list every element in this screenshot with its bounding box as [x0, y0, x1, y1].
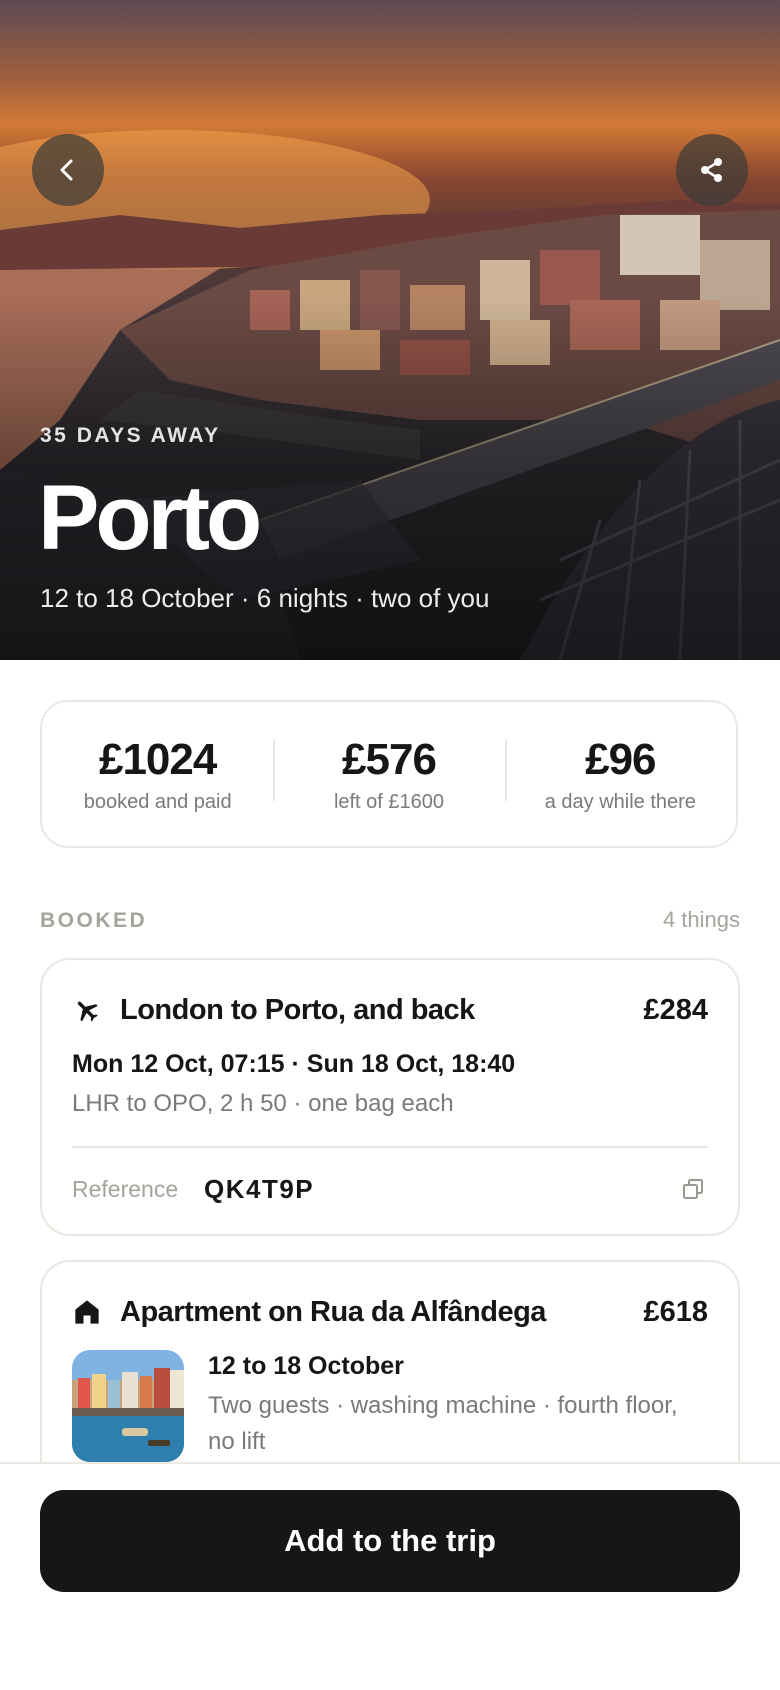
card-price: £284	[643, 993, 708, 1026]
card-header: Apartment on Rua da Alfândega £618	[72, 1292, 708, 1332]
stat-label: booked and paid	[83, 790, 232, 813]
stat-remaining: £576 left of £1600	[273, 735, 504, 814]
card-price: £618	[643, 1295, 708, 1328]
add-to-trip-button[interactable]: Add to the trip	[40, 1490, 740, 1592]
flight-times: Mon 12 Oct, 07:15 · Sun 18 Oct, 18:40	[72, 1050, 516, 1078]
reference-label: Reference	[72, 1176, 179, 1202]
apartment-thumbnail	[72, 1350, 184, 1462]
destination-title: Porto	[38, 467, 262, 569]
card-header: London to Porto, and back £284	[72, 990, 708, 1030]
stat-booked: £1024 booked and paid	[42, 735, 273, 814]
trip-summary: 12 to 18 October · 6 nights · two of you	[40, 583, 490, 613]
stat-value: £1024	[98, 734, 217, 784]
share-icon	[701, 158, 722, 182]
card-title: Apartment on Rua da Alfândega	[120, 1295, 546, 1328]
reference-code: QK4T9P	[204, 1174, 315, 1204]
section-title: BOOKED	[40, 909, 148, 932]
share-button[interactable]	[676, 134, 748, 206]
flight-booking-card[interactable]: London to Porto, and back £284 Mon 12 Oc…	[40, 958, 740, 1236]
stat-daily: £96 a day while there	[504, 734, 736, 814]
stat-value: £576	[342, 734, 437, 784]
countdown-label: 35 DAYS AWAY	[40, 424, 221, 447]
budget-summary: £1024 booked and paid £576 left of £1600…	[40, 700, 738, 848]
chevron-left-icon	[60, 159, 73, 181]
card-title: London to Porto, and back	[120, 993, 475, 1026]
hero-image: 35 DAYS AWAY Porto 12 to 18 October · 6 …	[0, 0, 780, 660]
copy-icon	[683, 1179, 703, 1199]
section-count: 4 things	[662, 907, 740, 932]
home-icon	[72, 1297, 102, 1327]
stat-value: £96	[585, 734, 656, 784]
stay-details: Two guests · washing machine · fourth fl…	[208, 1392, 678, 1455]
copy-reference-button[interactable]	[678, 1174, 708, 1204]
airplane-icon	[72, 995, 102, 1025]
stat-label: a day while there	[544, 790, 696, 813]
flight-route: LHR to OPO, 2 h 50 · one bag each	[72, 1090, 454, 1117]
divider	[72, 1146, 708, 1148]
stat-label: left of £1600	[333, 790, 445, 813]
bottom-action-bar: Add to the trip	[0, 1462, 780, 1690]
stay-dates: 12 to 18 October	[208, 1352, 404, 1380]
back-button[interactable]	[32, 134, 104, 206]
